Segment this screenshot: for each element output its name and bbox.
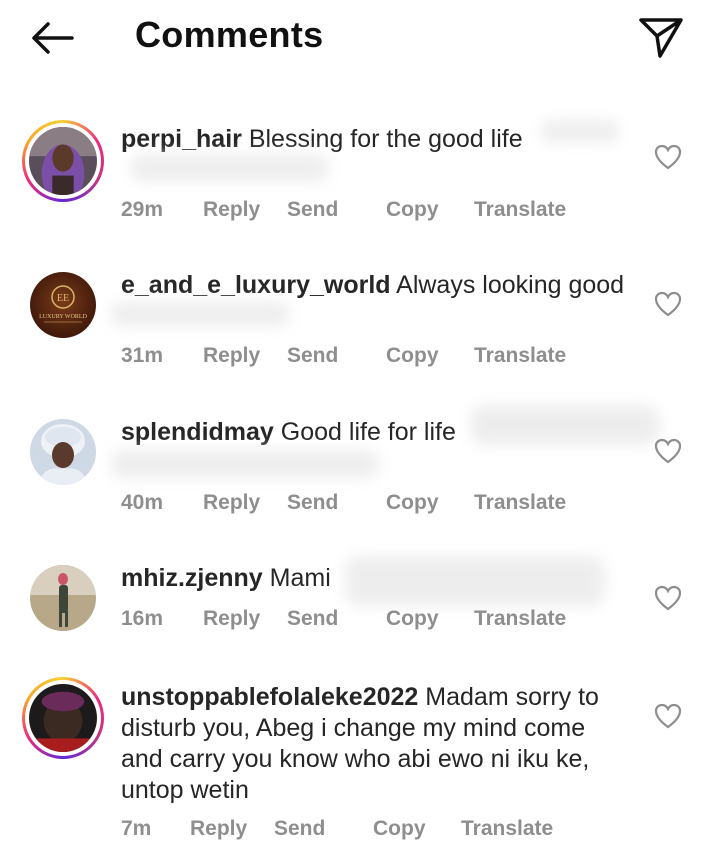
redacted-area bbox=[130, 155, 330, 181]
heart-icon[interactable] bbox=[654, 585, 682, 611]
comment-text: Blessing for the good life bbox=[248, 125, 523, 153]
avatar-photo bbox=[29, 684, 97, 752]
share-button[interactable] bbox=[636, 14, 686, 60]
avatar-photo bbox=[30, 565, 96, 631]
heart-icon[interactable] bbox=[654, 438, 682, 464]
send-button[interactable]: Send bbox=[287, 344, 338, 368]
svg-text:LUXURY WORLD: LUXURY WORLD bbox=[39, 314, 88, 320]
comment-time: 29m bbox=[121, 198, 164, 221]
comment-text: Mami bbox=[269, 564, 331, 592]
translate-button[interactable]: Translate bbox=[474, 198, 566, 222]
comment-time: 7m bbox=[121, 817, 152, 840]
send-button[interactable]: Send bbox=[287, 198, 338, 222]
paper-plane-icon bbox=[639, 18, 683, 58]
avatar-photo bbox=[29, 127, 97, 195]
comment-time: 40m bbox=[121, 491, 164, 514]
redacted-area bbox=[110, 450, 380, 478]
header-bar: Comments bbox=[0, 0, 720, 78]
avatar[interactable] bbox=[22, 120, 104, 202]
page-title: Comments bbox=[135, 14, 324, 55]
copy-button[interactable]: Copy bbox=[386, 198, 439, 222]
translate-button[interactable]: Translate bbox=[474, 607, 566, 631]
translate-button[interactable]: Translate bbox=[461, 817, 553, 841]
copy-button[interactable]: Copy bbox=[386, 607, 439, 631]
heart-icon[interactable] bbox=[654, 291, 682, 317]
back-button[interactable] bbox=[28, 18, 78, 58]
avatar[interactable] bbox=[22, 411, 104, 493]
redacted-area bbox=[345, 556, 605, 606]
send-button[interactable]: Send bbox=[287, 491, 338, 515]
copy-button[interactable]: Copy bbox=[373, 817, 426, 841]
comment-username[interactable]: splendidmay bbox=[121, 418, 274, 446]
heart-icon[interactable] bbox=[654, 703, 682, 729]
reply-button[interactable]: Reply bbox=[203, 491, 260, 515]
redacted-area bbox=[470, 405, 660, 445]
svg-text:EE: EE bbox=[57, 293, 69, 304]
comment-time: 16m bbox=[121, 607, 164, 630]
copy-button[interactable]: Copy bbox=[386, 344, 439, 368]
translate-button[interactable]: Translate bbox=[474, 344, 566, 368]
reply-button[interactable]: Reply bbox=[203, 607, 260, 631]
heart-icon[interactable] bbox=[654, 144, 682, 170]
comment-username[interactable]: mhiz.zjenny bbox=[121, 564, 263, 592]
comment-username[interactable]: perpi_hair bbox=[121, 125, 242, 153]
send-button[interactable]: Send bbox=[287, 607, 338, 631]
reply-button[interactable]: Reply bbox=[203, 198, 260, 222]
translate-button[interactable]: Translate bbox=[474, 491, 566, 515]
avatar[interactable] bbox=[22, 557, 104, 639]
redacted-area bbox=[540, 120, 620, 142]
comment-time: 31m bbox=[121, 344, 164, 367]
comment-username[interactable]: e_and_e_luxury_world bbox=[121, 271, 391, 299]
reply-button[interactable]: Reply bbox=[190, 817, 247, 841]
avatar-photo bbox=[30, 419, 96, 485]
copy-button[interactable]: Copy bbox=[386, 491, 439, 515]
brand-logo: EE LUXURY WORLD bbox=[30, 272, 96, 338]
arrow-left-icon bbox=[32, 22, 74, 54]
comment-username[interactable]: unstoppablefolaleke2022 bbox=[121, 683, 418, 711]
reply-button[interactable]: Reply bbox=[203, 344, 260, 368]
comment-text: Good life for life bbox=[280, 418, 456, 446]
avatar[interactable] bbox=[22, 677, 104, 759]
redacted-area bbox=[110, 302, 290, 326]
send-button[interactable]: Send bbox=[274, 817, 325, 841]
comment-text: Always looking good bbox=[396, 271, 625, 299]
avatar[interactable]: EE LUXURY WORLD bbox=[22, 264, 104, 346]
